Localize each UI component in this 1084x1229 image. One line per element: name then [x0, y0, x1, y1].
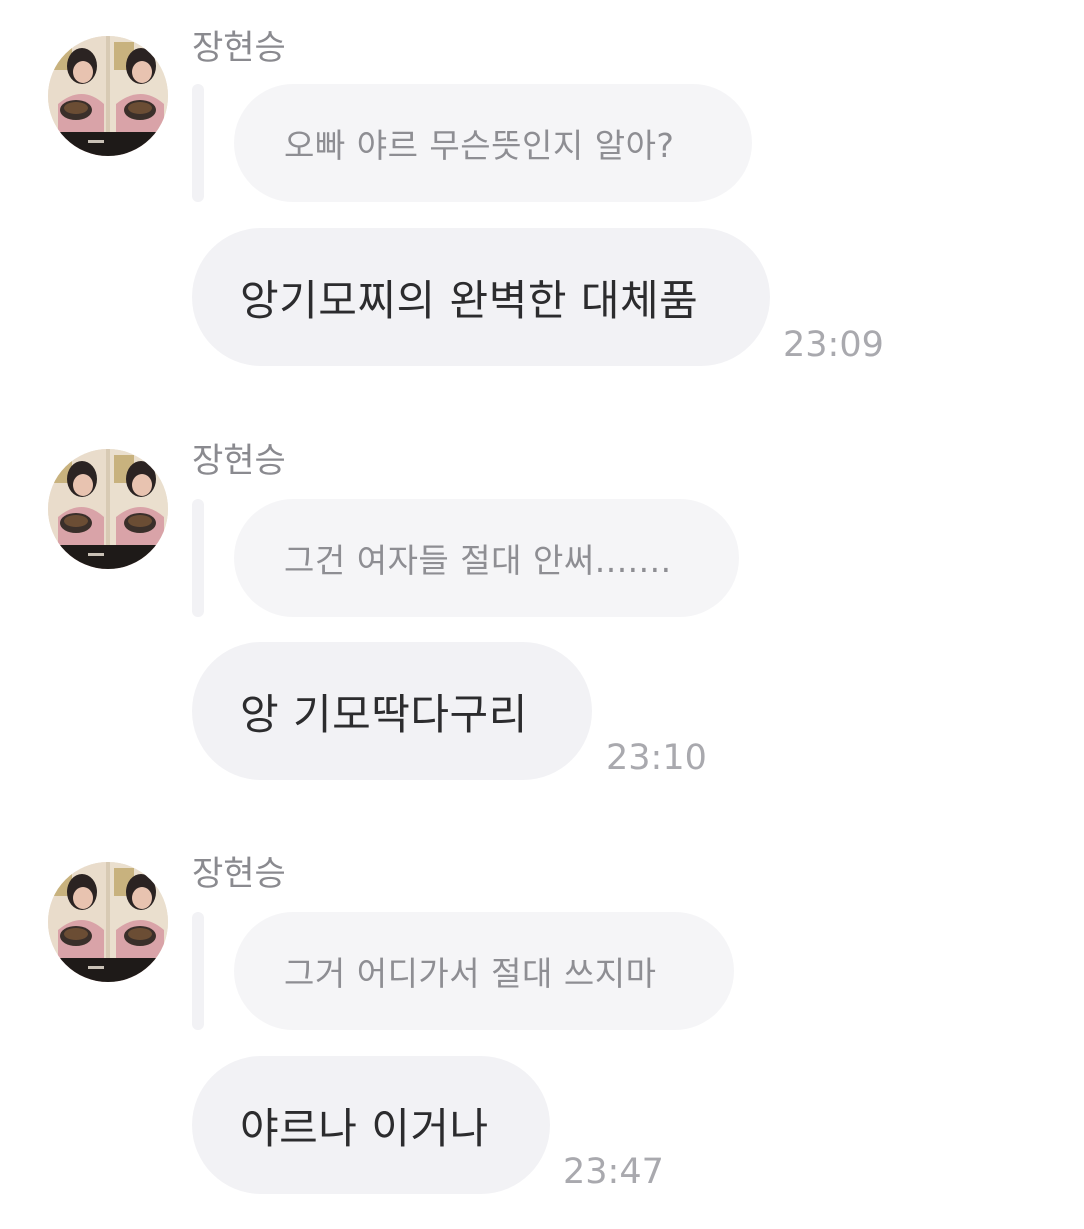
reply-quote-bubble[interactable]: 그거 어디가서 절대 쓰지마	[234, 912, 734, 1030]
message-text: 앙기모찌의 완벽한 대체품	[240, 275, 699, 325]
message-timestamp: 23:09	[783, 325, 884, 365]
sender-avatar[interactable]	[48, 862, 168, 982]
reply-indicator-bar	[192, 499, 204, 617]
reply-quote-bubble[interactable]: 그건 여자들 절대 안써.......	[234, 499, 739, 617]
avatar-image	[48, 862, 168, 982]
sender-name: 장현승	[192, 854, 286, 894]
avatar-image	[48, 449, 168, 569]
avatar-image	[48, 36, 168, 156]
reply-indicator-bar	[192, 84, 204, 202]
message-timestamp: 23:47	[563, 1152, 664, 1192]
reply-quote-text: 그거 어디가서 절대 쓰지마	[284, 954, 657, 993]
sender-name: 장현승	[192, 441, 286, 481]
message-bubble[interactable]: 야르나 이거나	[192, 1056, 550, 1194]
message-bubble[interactable]: 앙기모찌의 완벽한 대체품	[192, 228, 770, 366]
reply-quote-text: 그건 여자들 절대 안써.......	[284, 541, 672, 580]
sender-avatar[interactable]	[48, 449, 168, 569]
sender-avatar[interactable]	[48, 36, 168, 156]
message-timestamp: 23:10	[606, 738, 707, 778]
reply-quote-text: 오빠 야르 무슨뜻인지 알아?	[284, 126, 675, 165]
message-text: 야르나 이거나	[240, 1103, 489, 1153]
message-text: 앙 기모딱다구리	[240, 689, 528, 739]
sender-name: 장현승	[192, 28, 286, 68]
message-bubble[interactable]: 앙 기모딱다구리	[192, 642, 592, 780]
reply-quote-bubble[interactable]: 오빠 야르 무슨뜻인지 알아?	[234, 84, 752, 202]
reply-indicator-bar	[192, 912, 204, 1030]
